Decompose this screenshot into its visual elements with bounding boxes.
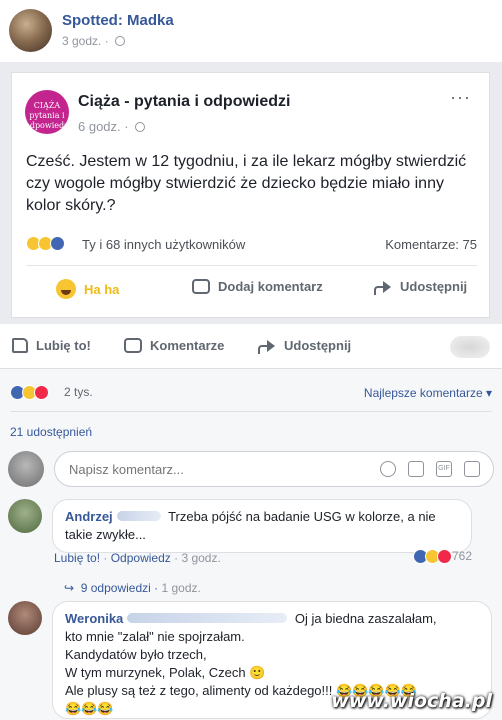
comment-button[interactable]: Komentarze	[124, 338, 224, 353]
globe-icon	[115, 36, 126, 46]
like-label: Lubię to!	[36, 338, 91, 353]
reactions-count[interactable]: 2 tys.	[64, 385, 93, 399]
comment-like-link[interactable]: Lubię to!	[54, 551, 100, 565]
comments-count[interactable]: Komentarze: 75	[385, 237, 477, 252]
love-reaction-icon	[34, 385, 49, 401]
comment-icon	[192, 279, 210, 294]
haha-button[interactable]: Ha ha	[56, 279, 119, 299]
sticker-icon[interactable]	[464, 461, 480, 477]
add-comment-button[interactable]: Dodaj komentarz	[192, 279, 323, 294]
comment-meta: Lubię to! · Odpowiedz · 3 godz.	[54, 551, 221, 565]
share-icon	[258, 339, 276, 354]
share-icon	[374, 280, 392, 295]
reaction-icons[interactable]	[10, 385, 49, 401]
comment-author[interactable]: Andrzej	[65, 509, 113, 524]
viewer-avatar[interactable]	[450, 336, 490, 358]
share-label: Udostępnij	[400, 279, 468, 294]
comment-label: Komentarze	[150, 338, 225, 353]
comment-time[interactable]: 3 godz.	[181, 551, 220, 565]
comment-line: Kandydatów było trzech,	[65, 647, 207, 662]
avatar[interactable]	[8, 601, 42, 635]
author-avatar[interactable]	[9, 9, 52, 52]
reaction-icons[interactable]	[26, 235, 65, 252]
divider	[26, 265, 477, 266]
shared-post-time[interactable]: 6 godz.	[78, 119, 121, 134]
comment-author[interactable]: Weronika	[65, 611, 123, 626]
composer-icons: GIF	[380, 461, 480, 477]
comment-sort-dropdown[interactable]: Najlepsze komentarze ▾	[364, 386, 492, 400]
avatar	[8, 451, 44, 487]
divider	[10, 411, 492, 412]
haha-label: Ha ha	[84, 281, 120, 297]
like-reaction-icon	[50, 236, 65, 252]
avatar[interactable]	[8, 499, 42, 533]
comment-reply-link[interactable]: Odpowiedz	[111, 551, 171, 565]
shared-post-card: CIĄŻA pytania i odpowiedzi Ciąża - pytan…	[11, 72, 490, 318]
blurred-surname	[127, 613, 288, 623]
share-post-label: Udostępnij	[284, 338, 352, 353]
page-logo[interactable]: CIĄŻA pytania i odpowiedzi	[25, 90, 71, 134]
blurred-surname	[116, 511, 161, 521]
post-header: Spotted: Madka 3 godz. ·	[0, 0, 502, 62]
replies-count: 9 odpowiedzi	[80, 581, 151, 595]
comments-section: 2 tys. Najlepsze komentarze ▾ 21 udostęp…	[0, 368, 502, 720]
post-author[interactable]: Spotted: Madka	[62, 12, 174, 29]
comment-line: W tym murzynek, Polak, Czech 🙂	[65, 665, 266, 680]
share-post-button[interactable]: Udostępnij	[258, 338, 352, 354]
add-comment-label: Dodaj komentarz	[218, 279, 323, 294]
comment-line: 😂😂😂	[65, 701, 114, 716]
comment-line: Oj ja biedna zaszalałam,	[294, 611, 437, 626]
post-actions: Lubię to! Komentarze Udostępnij	[0, 324, 502, 368]
watermark: www.wiocha.pl	[331, 690, 492, 712]
page-name[interactable]: Ciąża - pytania i odpowiedzi	[78, 93, 290, 111]
haha-icon	[56, 279, 76, 299]
reply-arrow-icon: ↪	[64, 581, 75, 595]
comment-composer: GIF	[8, 451, 494, 487]
love-reaction-icon	[436, 549, 452, 565]
emoji-icon[interactable]	[380, 461, 396, 477]
reactions-row: Ty i 68 innych użytkowników Komentarze: …	[26, 233, 477, 255]
globe-icon	[135, 122, 146, 132]
more-options-icon[interactable]: ···	[450, 87, 471, 108]
thumbs-up-icon	[12, 338, 28, 353]
camera-icon[interactable]	[408, 461, 424, 477]
like-button[interactable]: Lubię to!	[12, 338, 91, 353]
comment-line: kto mnie "zalał" nie spojrzałam.	[65, 629, 245, 644]
replies-time: 1 godz.	[161, 581, 201, 595]
shared-post-area: CIĄŻA pytania i odpowiedzi Ciąża - pytan…	[0, 62, 502, 324]
comment-reactions[interactable]: 762	[412, 549, 472, 565]
reactions-summary[interactable]: Ty i 68 innych użytkowników	[82, 237, 245, 252]
view-replies[interactable]: ↪ 9 odpowiedzi · 1 godz.	[64, 581, 201, 595]
share-button[interactable]: Udostępnij	[374, 279, 468, 295]
shared-post-meta: 6 godz. ·	[78, 119, 146, 134]
shared-post-actions: Ha ha Dodaj komentarz Udostępnij	[26, 279, 477, 301]
gif-icon[interactable]: GIF	[436, 461, 452, 477]
shares-count[interactable]: 21 udostępnień	[10, 425, 92, 439]
comment-reactions-count: 762	[451, 549, 472, 563]
post-time[interactable]: 3 godz.	[62, 34, 101, 48]
post-meta: 3 godz. ·	[62, 34, 126, 48]
post-text: Cześć. Jestem w 12 tygodniu, i za ile le…	[26, 153, 467, 214]
comment-icon	[124, 338, 142, 353]
comment-bubble: Andrzej Trzeba pójść na badanie USG w ko…	[52, 499, 472, 553]
